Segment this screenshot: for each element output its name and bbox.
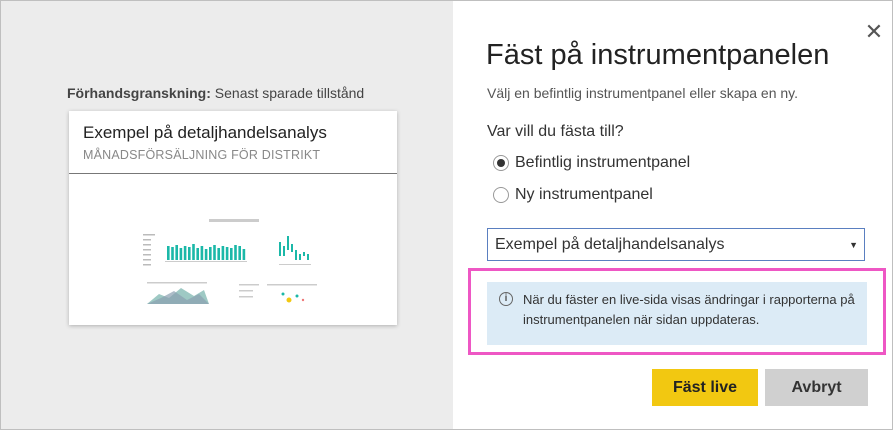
thumb-bar [200, 246, 204, 260]
thumb-bar [204, 249, 208, 260]
thumb-bar [230, 248, 233, 260]
pin-dialog: ✕ Fäst på instrumentpanelen Välj en befi… [453, 1, 892, 429]
tile-subtitle: MÅNADSFÖRSÄLJNING FÖR DISTRIKT [83, 148, 321, 162]
tile-divider [69, 173, 397, 174]
pin-target-question: Var vill du fästa till? [487, 123, 624, 140]
close-icon[interactable]: ✕ [863, 21, 885, 43]
info-message: i När du fäster en live-sida visas ändri… [487, 282, 867, 345]
thumb-bar [213, 245, 216, 260]
thumb-bar [183, 246, 187, 260]
preview-caption-label: Förhandsgranskning: [67, 85, 211, 101]
thumb-bar [179, 248, 183, 260]
thumb-bar [167, 246, 170, 260]
tile-title: Exempel på detaljhandelsanalys [83, 123, 327, 142]
dashboard-select-value: Exempel på detaljhandelsanalys [495, 235, 725, 253]
thumb-bar [242, 249, 246, 260]
dashboard-select[interactable]: Exempel på detaljhandelsanalys ▼ [487, 228, 865, 261]
thumb-bar [221, 246, 225, 260]
radio-new-dashboard[interactable]: Ny instrumentpanel [493, 184, 653, 206]
radio-button-unchecked[interactable] [493, 187, 509, 203]
preview-tile: Exempel på detaljhandelsanalys MÅNADSFÖR… [69, 111, 397, 325]
thumb-bar [188, 247, 191, 260]
radio-label-existing: Befintlig instrumentpanel [515, 154, 691, 171]
dialog-title: Fäst på instrumentpanelen [486, 39, 830, 71]
preview-caption-value: Senast sparade tillstånd [210, 85, 365, 101]
preview-caption: Förhandsgranskning: Senast sparade tills… [67, 85, 364, 101]
radio-button-checked[interactable] [493, 155, 509, 171]
thumb-area-chart [147, 282, 209, 304]
radio-label-new: Ny instrumentpanel [515, 186, 653, 203]
thumb-bar [234, 245, 237, 260]
thumb-title [209, 219, 259, 222]
chevron-down-icon[interactable]: ▼ [849, 240, 858, 250]
thumb-left-labels [143, 234, 155, 266]
thumb-bar [209, 247, 212, 260]
pin-live-button[interactable]: Fäst live [652, 369, 758, 406]
thumb-bar [196, 248, 199, 260]
thumb-bar [192, 244, 195, 260]
thumb-bar [238, 246, 241, 260]
cancel-button[interactable]: Avbryt [765, 369, 868, 406]
info-text: När du fäster en live-sida visas ändring… [523, 292, 855, 327]
info-icon: i [499, 292, 513, 306]
thumb-bar [175, 245, 178, 260]
thumb-small-visuals [239, 284, 317, 303]
report-thumbnail [143, 219, 317, 304]
thumb-bar [171, 247, 174, 260]
thumb-bar [225, 247, 229, 260]
thumb-bar-chart [165, 244, 247, 262]
preview-pane: Förhandsgranskning: Senast sparade tills… [1, 1, 453, 429]
thumb-waterfall [279, 236, 311, 265]
radio-existing-dashboard[interactable]: Befintlig instrumentpanel [493, 152, 690, 174]
thumb-bar [217, 248, 220, 260]
dialog-subtitle: Välj en befintlig instrumentpanel eller … [487, 85, 799, 101]
thumb-axis [165, 261, 247, 262]
